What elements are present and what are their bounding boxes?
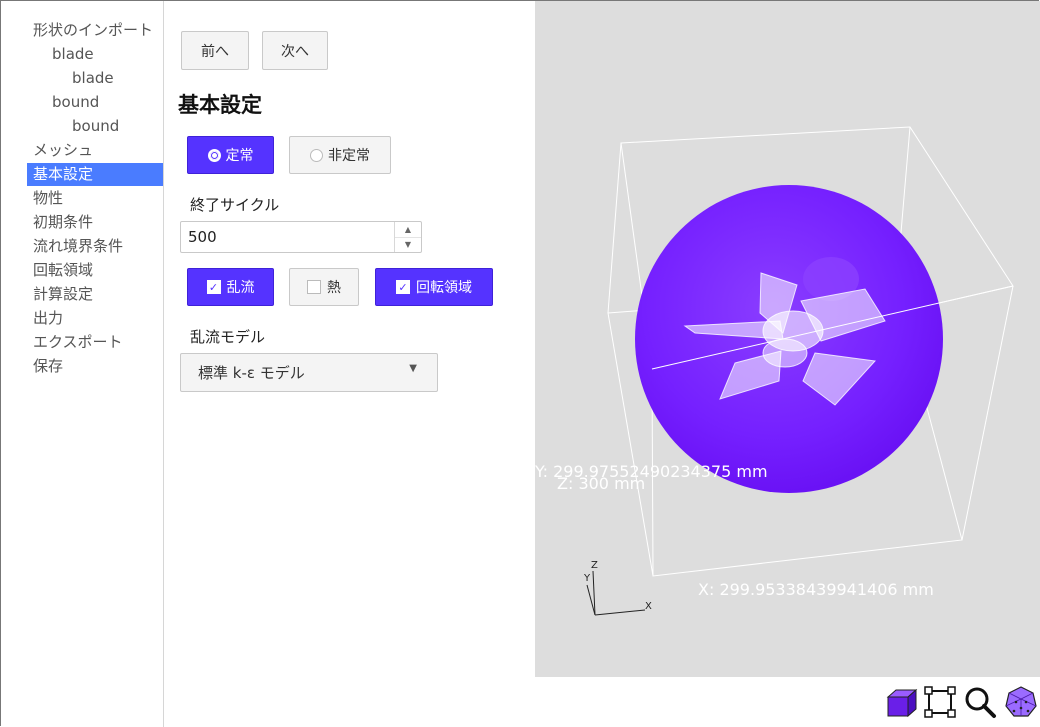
sidebar-item-bound-sub[interactable]: bound [27,115,163,138]
rotating-region-label: 回転領域 [416,280,472,296]
number-stepper: ▲ ▼ [394,222,421,252]
turbulence-model-select[interactable]: 標準 k-ε モデル ▼ [180,353,438,392]
sidebar: 形状のインポート blade blade bound bound メッシュ 基本… [1,1,164,727]
checkbox-unchecked-icon [307,280,321,294]
rotating-region-checkbox[interactable]: ✓ 回転領域 [375,268,493,306]
turbulence-label: 乱流 [226,280,255,296]
page-title: 基本設定 [178,93,262,117]
scene-canvas [586,126,1014,616]
next-button[interactable]: 次へ [262,31,328,70]
unsteady-label: 非定常 [328,148,370,164]
sidebar-item-initial-conditions[interactable]: 初期条件 [27,211,163,234]
sidebar-item-basic-settings[interactable]: 基本設定 [27,163,163,186]
end-cycle-label: 終了サイクル [190,196,280,214]
axes-triad [586,570,646,616]
axis-y-label: Y [584,573,591,584]
sidebar-item-save[interactable]: 保存 [27,355,163,378]
steady-radio-button[interactable]: 定常 [187,136,274,174]
dimension-x-label: X: 299.95338439941406 mm [698,580,934,599]
bounding-box-icon[interactable] [923,685,957,719]
sidebar-item-flow-boundary[interactable]: 流れ境界条件 [27,235,163,258]
axis-x-label: X [645,601,652,612]
sidebar-item-export[interactable]: エクスポート [27,331,163,354]
sidebar-item-blade[interactable]: blade [27,43,163,66]
stepper-down-icon[interactable]: ▼ [395,237,421,252]
steady-label: 定常 [225,148,254,164]
radio-unselected-icon [310,148,323,162]
heat-checkbox[interactable]: 熱 [289,268,359,306]
stepper-up-icon[interactable]: ▲ [395,222,421,238]
3d-viewport[interactable]: Y: 299.97552490234375 mm Z: 300 mm X: 29… [535,1,1040,677]
sidebar-item-bound[interactable]: bound [27,91,163,114]
zoom-icon[interactable] [963,685,997,719]
sidebar-item-rotating-region[interactable]: 回転領域 [27,259,163,282]
chevron-down-icon: ▼ [409,363,417,374]
view-toolbar [882,685,1040,721]
sidebar-item-blade-sub[interactable]: blade [27,67,163,90]
checkbox-checked-icon: ✓ [396,280,410,294]
checkbox-checked-icon: ✓ [206,280,221,294]
end-cycle-value: 500 [188,228,217,246]
end-cycle-input[interactable]: 500 ▲ ▼ [180,221,422,253]
turbulence-checkbox[interactable]: ✓ 乱流 [187,268,274,306]
solid-view-icon[interactable] [884,685,918,719]
sidebar-item-calc-settings[interactable]: 計算設定 [27,283,163,306]
unsteady-radio-button[interactable]: 非定常 [289,136,391,174]
turbulence-model-label: 乱流モデル [190,328,266,346]
sidebar-item-mesh[interactable]: メッシュ [27,139,163,162]
sidebar-item-output[interactable]: 出力 [27,307,163,330]
sidebar-item-properties[interactable]: 物性 [27,187,163,210]
prev-button[interactable]: 前へ [181,31,249,70]
radio-selected-icon [207,148,221,162]
sidebar-item-shape-import[interactable]: 形状のインポート [27,19,163,42]
turbulence-model-value: 標準 k-ε モデル [198,364,305,382]
axis-z-label: Z [591,560,598,571]
heat-label: 熱 [327,280,341,296]
dimension-z-label: Z: 300 mm [557,474,646,493]
mesh-view-icon[interactable] [1004,685,1038,719]
